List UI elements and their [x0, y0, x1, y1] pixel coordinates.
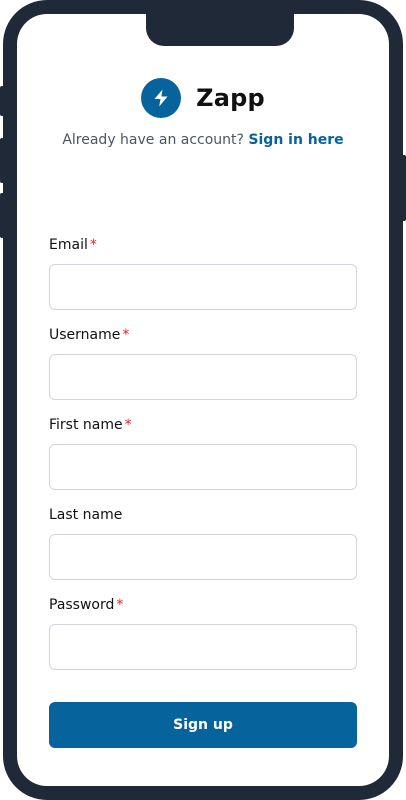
- lightning-bolt-icon: [141, 78, 182, 118]
- phone-power-button: [402, 155, 406, 221]
- required-marker: *: [89, 237, 97, 253]
- username-input[interactable]: [49, 354, 357, 400]
- brand-header: Zapp: [0, 78, 406, 118]
- password-input[interactable]: [49, 624, 357, 670]
- username-field-group: Username *: [49, 326, 357, 400]
- last-name-label: Last name: [49, 506, 357, 524]
- password-field-group: Password *: [49, 596, 357, 670]
- first-name-label: First name *: [49, 416, 357, 434]
- last-name-input[interactable]: [49, 534, 357, 580]
- phone-screen: [17, 14, 389, 786]
- first-name-label-text: First name: [49, 417, 123, 433]
- sign-up-button[interactable]: Sign up: [49, 702, 357, 748]
- required-marker: *: [122, 327, 130, 343]
- first-name-input[interactable]: [49, 444, 357, 490]
- username-label-text: Username: [49, 327, 121, 343]
- signin-prompt: Already have an account? Sign in here: [0, 132, 406, 148]
- email-field-group: Email *: [49, 236, 357, 310]
- signin-link[interactable]: Sign in here: [248, 132, 343, 148]
- phone-side-button: [0, 193, 4, 238]
- username-label: Username *: [49, 326, 357, 344]
- password-label: Password *: [49, 596, 357, 614]
- signin-prompt-text: Already have an account?: [62, 132, 244, 148]
- email-label: Email *: [49, 236, 357, 254]
- email-input[interactable]: [49, 264, 357, 310]
- last-name-field-group: Last name: [49, 506, 357, 580]
- last-name-label-text: Last name: [49, 507, 123, 523]
- required-marker: *: [116, 597, 124, 613]
- brand-name: Zapp: [196, 84, 265, 112]
- email-label-text: Email: [49, 237, 88, 253]
- first-name-field-group: First name *: [49, 416, 357, 490]
- required-marker: *: [124, 417, 132, 433]
- password-label-text: Password: [49, 597, 115, 613]
- phone-notch: [146, 14, 294, 46]
